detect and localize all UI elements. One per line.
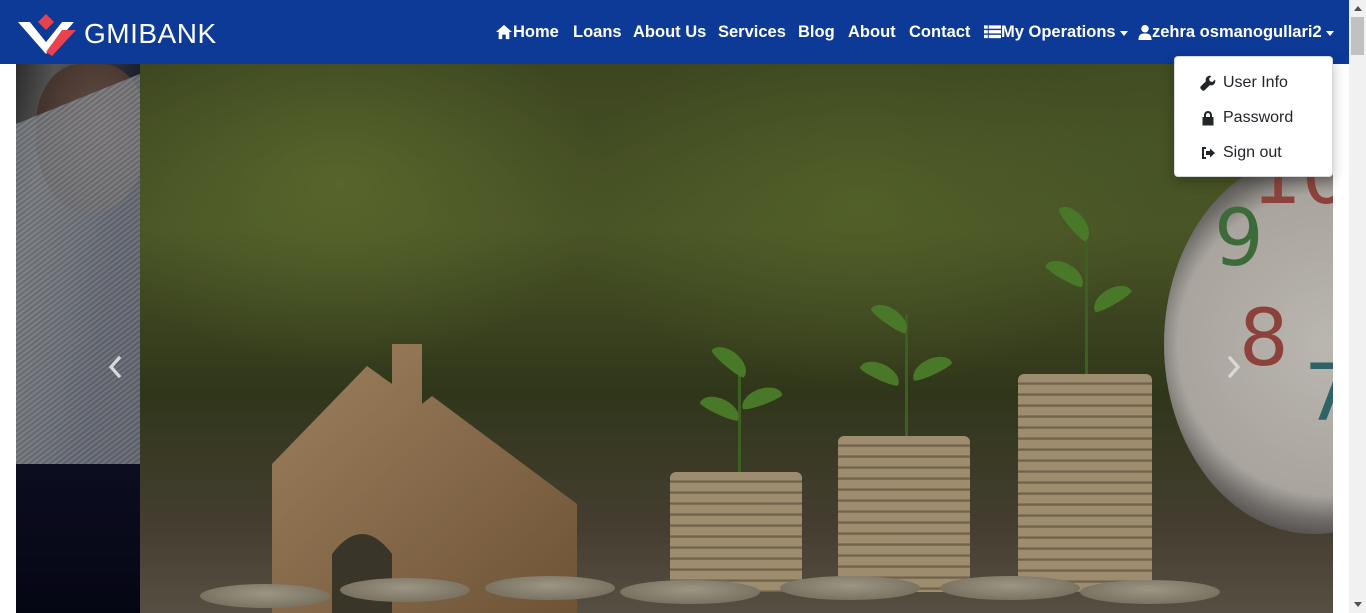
nav-home-label: Home	[513, 22, 559, 41]
nav-contact-label: Contact	[909, 22, 971, 41]
menu-item-user-info[interactable]: User Info	[1175, 65, 1332, 100]
menu-item-password[interactable]: Password	[1175, 100, 1332, 135]
nav-about-label: About	[848, 22, 896, 41]
menu-item-label: User Info	[1223, 73, 1288, 91]
nav-about-us[interactable]: About Us	[633, 20, 706, 44]
nav-my-operations[interactable]: My Operations	[984, 20, 1128, 44]
menu-item-sign-out[interactable]: Sign out	[1175, 135, 1332, 170]
sign-out-icon	[1202, 146, 1215, 159]
brand-link[interactable]: GMIBANK	[16, 12, 217, 56]
user-dropdown-menu: User Info Password Sign out	[1174, 56, 1333, 177]
menu-item-label: Password	[1223, 108, 1294, 126]
gmibank-logo-icon	[18, 14, 76, 56]
nav-user-label: zehra osmanogullari2	[1152, 22, 1322, 41]
user-icon	[1138, 24, 1152, 40]
nav-my-operations-label: My Operations	[1001, 22, 1116, 41]
caret-down-icon	[1325, 30, 1334, 36]
hero-carousel: 10 9 8 7	[16, 64, 1333, 613]
nav-home[interactable]: Home	[495, 20, 559, 44]
caret-down-icon	[1119, 30, 1128, 36]
nav-about[interactable]: About	[848, 20, 896, 44]
scroll-down-icon[interactable]	[1349, 596, 1366, 613]
carousel-overlay	[16, 64, 1333, 613]
lock-icon	[1202, 110, 1214, 125]
nav-about-us-label: About Us	[633, 22, 707, 41]
home-icon	[496, 24, 512, 40]
nav-contact[interactable]: Contact	[909, 20, 970, 44]
list-icon	[984, 25, 1001, 39]
page-scrollbar[interactable]	[1349, 0, 1366, 613]
top-navbar: GMIBANK Home Loans About Us Services Blo…	[0, 0, 1349, 64]
nav-services[interactable]: Services	[718, 20, 786, 44]
chevron-right-icon	[1227, 356, 1241, 378]
nav-services-label: Services	[718, 22, 786, 41]
carousel-prev-button[interactable]	[103, 352, 127, 382]
brand-name: GMIBANK	[84, 18, 217, 49]
wrench-icon	[1200, 75, 1216, 91]
scrollbar-thumb[interactable]	[1351, 17, 1364, 55]
nav-loans-label: Loans	[573, 22, 622, 41]
chevron-left-icon	[108, 356, 122, 378]
nav-user-menu[interactable]: zehra osmanogullari2	[1138, 20, 1334, 44]
nav-loans[interactable]: Loans	[573, 20, 622, 44]
nav-blog-label: Blog	[798, 22, 835, 41]
menu-item-label: Sign out	[1223, 143, 1282, 161]
scroll-up-icon[interactable]	[1349, 0, 1366, 17]
carousel-next-button[interactable]	[1222, 352, 1246, 382]
nav-blog[interactable]: Blog	[798, 20, 835, 44]
